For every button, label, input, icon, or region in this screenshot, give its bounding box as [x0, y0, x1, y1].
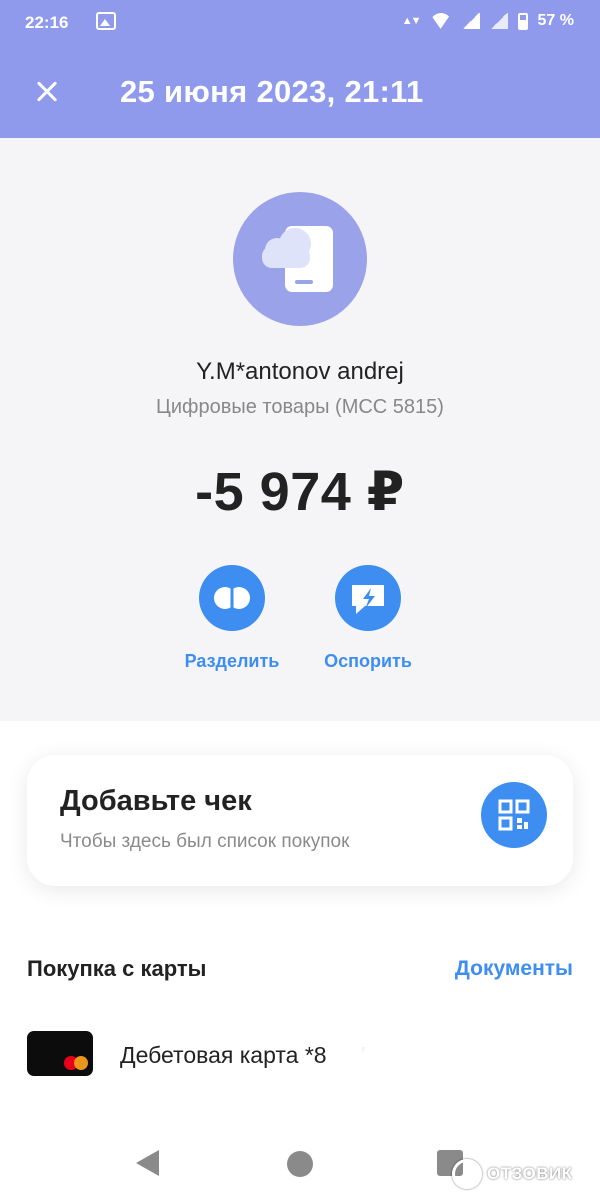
digital-goods-icon — [262, 226, 333, 292]
page-title: 25 июня 2023, 21:11 — [120, 74, 424, 109]
split-icon — [199, 565, 265, 631]
app-header: 25 июня 2023, 21:11 — [0, 45, 600, 138]
merchant-name: Y.M*antonov andrej — [196, 358, 404, 385]
dispute-label: Оспорить — [324, 651, 412, 671]
merchant-category: Цифровые товары (MCC 5815) — [156, 396, 444, 418]
receipt-subtitle: Чтобы здесь был список покупок — [60, 831, 350, 852]
home-icon[interactable] — [287, 1151, 313, 1177]
qr-code-icon[interactable] — [481, 782, 547, 848]
card-label: Дебетовая карта *85 — [120, 1042, 373, 1068]
card-thumbnail — [27, 1031, 93, 1076]
signal-icon — [489, 13, 508, 29]
mastercard-icon — [64, 1056, 88, 1070]
wifi-icon — [430, 13, 452, 29]
status-bar: 22:16 ▲▼ 57 % — [0, 0, 600, 45]
back-icon[interactable] — [136, 1150, 159, 1176]
card-row[interactable]: Дебетовая карта *85 — [27, 1031, 573, 1077]
transaction-summary: Y.M*antonov andrej Цифровые товары (MCC … — [0, 138, 600, 721]
signal-icon — [461, 13, 480, 29]
split-button[interactable]: Разделить — [162, 565, 302, 672]
status-icons: ▲▼ 57 % — [402, 12, 574, 30]
add-receipt-card[interactable]: Добавьте чек Чтобы здесь был список поку… — [27, 755, 573, 886]
split-label: Разделить — [184, 651, 280, 671]
dispute-button[interactable]: Оспорить — [298, 565, 438, 672]
transaction-amount: -5 974 ₽ — [195, 462, 405, 522]
merchant-avatar — [233, 192, 367, 326]
data-arrows-icon: ▲▼ — [401, 15, 422, 27]
battery-percent: 57 % — [537, 12, 574, 29]
purchase-section-title: Покупка с карты — [27, 956, 207, 981]
status-time: 22:16 — [25, 13, 69, 32]
dispute-icon — [335, 565, 401, 631]
receipt-title: Добавьте чек — [60, 785, 252, 817]
close-icon[interactable] — [27, 72, 67, 112]
battery-icon — [517, 12, 528, 30]
watermark-logo-icon — [452, 1159, 482, 1189]
redaction-blur — [362, 1036, 406, 1080]
documents-link[interactable]: Документы — [455, 957, 573, 981]
watermark: ОТЗОВИК — [452, 1157, 592, 1193]
image-notification-icon — [96, 12, 116, 30]
